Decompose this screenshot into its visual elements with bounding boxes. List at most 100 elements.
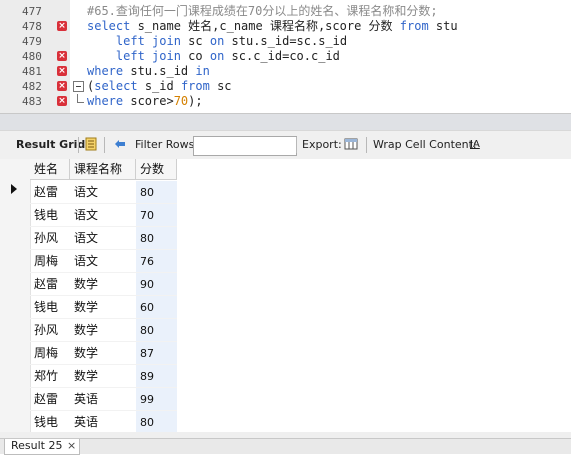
filter-rows-label: Filter Rows: [135, 138, 199, 151]
sql-text: sc.c_id=co.c_id [224, 49, 340, 63]
error-marker-icon[interactable]: × [57, 96, 67, 106]
error-marker-icon[interactable]: × [57, 66, 67, 76]
code-line[interactable]: 481 × where stu.s_id in [0, 64, 571, 79]
grid-cell[interactable]: 数学 [70, 273, 136, 296]
code-line[interactable]: 480 × left join co on sc.c_id=co.c_id [0, 49, 571, 64]
grid-cell[interactable]: 60 [136, 296, 177, 319]
sql-keyword: left join [115, 34, 181, 48]
grid-cell[interactable]: 80 [136, 411, 177, 434]
grid-cell[interactable]: 80 [136, 319, 177, 342]
code-text: select s_name 姓名,c_name 课程名称,score 分数 fr… [87, 19, 458, 34]
tab-label: Result 25 [11, 439, 63, 452]
error-marker-icon[interactable]: × [57, 51, 67, 61]
code-line[interactable]: 482 × (select s_id from sc [0, 79, 571, 94]
sql-text: stu [428, 19, 458, 33]
grid-cell[interactable]: 周梅 [30, 250, 70, 273]
sql-comment: #65.查询任何一门课程成绩在70分以上的姓名、课程名称和分数; [87, 4, 438, 18]
grid-cell[interactable]: 钱电 [30, 204, 70, 227]
grid-cell[interactable]: 英语 [70, 388, 136, 411]
sql-keyword: on [209, 34, 225, 48]
grid-cell[interactable]: 数学 [70, 342, 136, 365]
line-number: 480 [22, 50, 42, 63]
refresh-icon[interactable] [113, 137, 127, 151]
code-line[interactable]: 477 #65.查询任何一门课程成绩在70分以上的姓名、课程名称和分数; [0, 4, 571, 19]
grid-cell[interactable]: 数学 [70, 319, 136, 342]
grid-cell[interactable]: 70 [136, 204, 177, 227]
code-text: where stu.s_id in [87, 64, 210, 79]
grid-cell[interactable]: 孙风 [30, 227, 70, 250]
fold-toggle-icon[interactable] [73, 81, 84, 92]
sql-text: s_id [137, 79, 181, 93]
result-toolbar: Result Grid Filter Rows: Export: Wrap Ce… [0, 130, 571, 160]
current-row-arrow-icon [11, 184, 17, 194]
code-text: #65.查询任何一门课程成绩在70分以上的姓名、课程名称和分数; [87, 4, 438, 19]
code-line[interactable]: 483 × where score>70); [0, 94, 571, 109]
grid-cell[interactable]: 99 [136, 388, 177, 411]
code-text: left join sc on stu.s_id=sc.s_id [87, 34, 347, 49]
sql-keyword: select [87, 19, 131, 33]
result-grid-tab[interactable]: Result Grid [16, 138, 85, 152]
column-header[interactable]: 分数 [136, 159, 177, 180]
error-marker-icon[interactable]: × [57, 21, 67, 31]
column-header[interactable]: 课程名称 [70, 159, 136, 180]
panel-divider[interactable] [0, 113, 571, 130]
line-number: 477 [22, 5, 42, 18]
fold-end-icon [77, 94, 84, 103]
close-icon[interactable]: × [67, 439, 76, 453]
code-text: where score>70); [87, 94, 203, 109]
grid-cell[interactable]: 语文 [70, 227, 136, 250]
grid-cell[interactable]: 赵雷 [30, 181, 70, 204]
row-indicator-column [0, 159, 31, 438]
code-line[interactable]: 478 × select s_name 姓名,c_name 课程名称,score 分… [0, 19, 571, 34]
grid-cell[interactable]: 90 [136, 273, 177, 296]
wrap-cell-icon[interactable]: IA [470, 138, 480, 152]
sql-keyword: from [180, 79, 210, 93]
result-tabs-bar: Result 25 × [0, 438, 571, 455]
grid-cell[interactable]: 80 [136, 181, 177, 204]
grid-cell[interactable]: 郑竹 [30, 365, 70, 388]
sql-text: co [180, 49, 210, 63]
grid-cell[interactable]: 80 [136, 227, 177, 250]
sql-keyword: from [399, 19, 429, 33]
sql-editor[interactable]: 477 #65.查询任何一门课程成绩在70分以上的姓名、课程名称和分数; 478 × s… [0, 0, 571, 113]
line-number: 479 [22, 35, 42, 48]
grid-cell[interactable]: 语文 [70, 204, 136, 227]
sql-text: s_name 姓名,c_name 课程名称,score 分数 [130, 19, 400, 33]
sql-text: sc [209, 79, 232, 93]
grid-cell[interactable]: 数学 [70, 365, 136, 388]
grid-cell[interactable]: 英语 [70, 411, 136, 434]
error-marker-icon[interactable]: × [57, 81, 67, 91]
sql-keyword: select [94, 79, 138, 93]
line-number: 483 [22, 95, 42, 108]
grid-cell[interactable]: 89 [136, 365, 177, 388]
filter-rows-input[interactable] [193, 136, 297, 156]
grid-cell[interactable]: 76 [136, 250, 177, 273]
toolbar-separator [104, 137, 105, 153]
export-icon[interactable] [344, 137, 358, 151]
sql-text: stu.s_id=sc.s_id [224, 34, 348, 48]
grid-cell[interactable]: 钱电 [30, 411, 70, 434]
grid-cell[interactable]: 赵雷 [30, 388, 70, 411]
result-grid[interactable]: 姓名 课程名称 分数 赵雷 语文 80 钱电 语文 70 孙风 语文 80 周梅 语文 76 赵雷 数学 90 钱… [0, 159, 571, 438]
grid-cell[interactable]: 语文 [70, 250, 136, 273]
grid-cell[interactable]: 周梅 [30, 342, 70, 365]
grid-cell[interactable]: 孙风 [30, 319, 70, 342]
form-editor-icon[interactable] [84, 137, 98, 151]
sql-keyword: left join [115, 49, 181, 63]
sql-keyword: in [195, 64, 210, 78]
code-line[interactable]: 479 left join sc on stu.s_id=sc.s_id [0, 34, 571, 49]
toolbar-separator [296, 137, 297, 153]
sql-text: ); [188, 94, 203, 108]
line-number: 481 [22, 65, 42, 78]
sql-text: sc [180, 34, 210, 48]
grid-cell[interactable]: 数学 [70, 296, 136, 319]
column-header[interactable]: 姓名 [30, 159, 70, 180]
grid-cell[interactable]: 赵雷 [30, 273, 70, 296]
grid-cell[interactable]: 87 [136, 342, 177, 365]
line-number: 478 [22, 20, 42, 33]
sql-keyword: where [87, 64, 124, 78]
line-number: 482 [22, 80, 42, 93]
grid-cell[interactable]: 语文 [70, 181, 136, 204]
grid-cell[interactable]: 钱电 [30, 296, 70, 319]
